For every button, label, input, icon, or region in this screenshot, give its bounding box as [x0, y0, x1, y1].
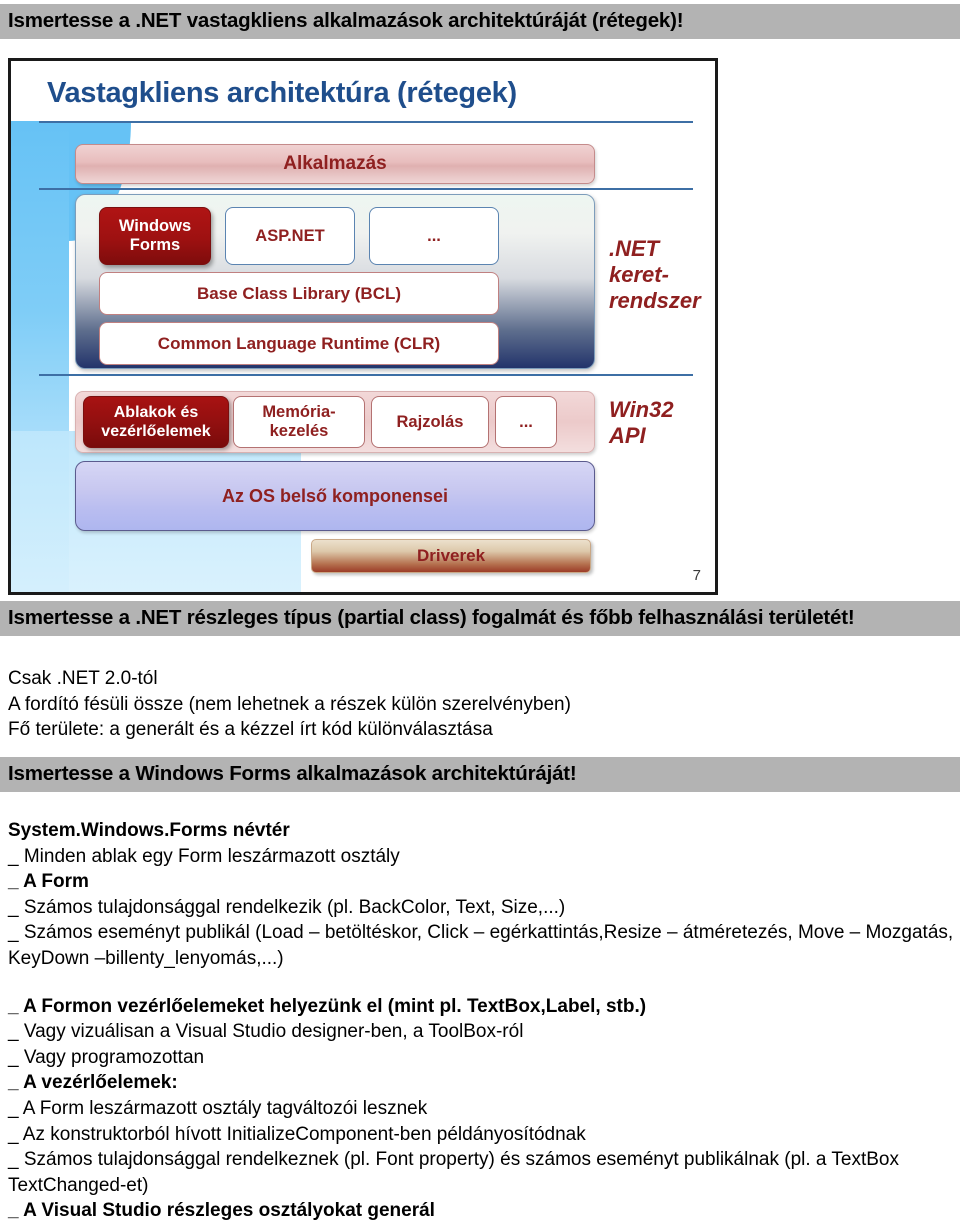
question-heading-3: Ismertesse a Windows Forms alkalmazások …	[0, 757, 960, 792]
partial-class-text-block: Csak .NET 2.0-tól A fordító fésüli össze …	[8, 666, 954, 743]
partial-class-line: Csak .NET 2.0-tól	[8, 668, 158, 689]
slide-rule-bottom	[39, 374, 693, 376]
layer-box-windows-forms: Windows Forms	[99, 207, 211, 265]
winforms-line: _ A vezérlőelemek:	[8, 1072, 178, 1094]
winforms-line: _ Számos eseményt publikál (Load – betöl…	[8, 922, 959, 969]
side-label-win32-api: Win32 API	[609, 397, 674, 448]
layer-box-memory-management: Memória- kezelés	[233, 396, 365, 448]
winforms-line: _ A Visual Studio részleges osztályokat …	[8, 1200, 435, 1222]
question-heading-1: Ismertesse a .NET vastagkliens alkalmazá…	[0, 4, 960, 39]
partial-class-line: A fordító fésüli össze (nem lehetnek a r…	[8, 693, 571, 715]
layer-box-net-more: ...	[369, 207, 499, 265]
winforms-line: _ Számos tulajdonsággal rendelkeznek (pl…	[8, 1149, 904, 1196]
layer-box-win32-more: ...	[495, 396, 557, 448]
winforms-line	[8, 972, 954, 994]
partial-class-line: Fő területe: a generált és a kézzel írt …	[8, 719, 493, 741]
layer-box-asp-net: ASP.NET	[225, 207, 355, 265]
layer-box-application: Alkalmazás	[75, 144, 595, 184]
winforms-line: _ A Form leszármazott osztály tagváltozó…	[8, 1097, 428, 1119]
winforms-line: System.Windows.Forms névtér	[8, 820, 290, 841]
architecture-slide: Vastagkliens architektúra (rétegek) Alka…	[8, 58, 718, 595]
winforms-line: _ A Form	[8, 871, 89, 893]
slide-rule-top	[39, 121, 693, 123]
winforms-line: _ Számos tulajdonsággal rendelkezik (pl.…	[8, 896, 566, 918]
slide-title: Vastagkliens architektúra (rétegek)	[47, 77, 517, 109]
layer-box-os-internals: Az OS belső komponensei	[75, 461, 595, 531]
winforms-line: _ Vagy vizuálisan a Visual Studio design…	[8, 1021, 524, 1043]
winforms-line: _ A Formon vezérlőelemeket helyezünk el …	[8, 995, 647, 1017]
layer-box-drivers: Driverek	[311, 539, 591, 573]
side-label-net-framework: .NET keret- rendszer	[609, 236, 701, 313]
winforms-text-block: System.Windows.Forms névtér _ Minden abla…	[8, 818, 954, 1224]
layer-box-clr: Common Language Runtime (CLR)	[99, 322, 499, 365]
layer-box-windows-controls: Ablakok és vezérlőelemek	[83, 396, 229, 448]
layer-box-bcl: Base Class Library (BCL)	[99, 272, 499, 315]
layer-box-drawing: Rajzolás	[371, 396, 489, 448]
slide-rule-middle	[39, 188, 693, 190]
slide-page-number: 7	[692, 567, 701, 584]
winforms-line: _ Az konstruktorból hívott InitializeCom…	[8, 1123, 586, 1145]
winforms-line: _ Minden ablak egy Form leszármazott osz…	[8, 845, 400, 867]
winforms-line: _ Vagy programozottan	[8, 1046, 205, 1068]
question-heading-2: Ismertesse a .NET részleges típus (parti…	[0, 601, 960, 636]
